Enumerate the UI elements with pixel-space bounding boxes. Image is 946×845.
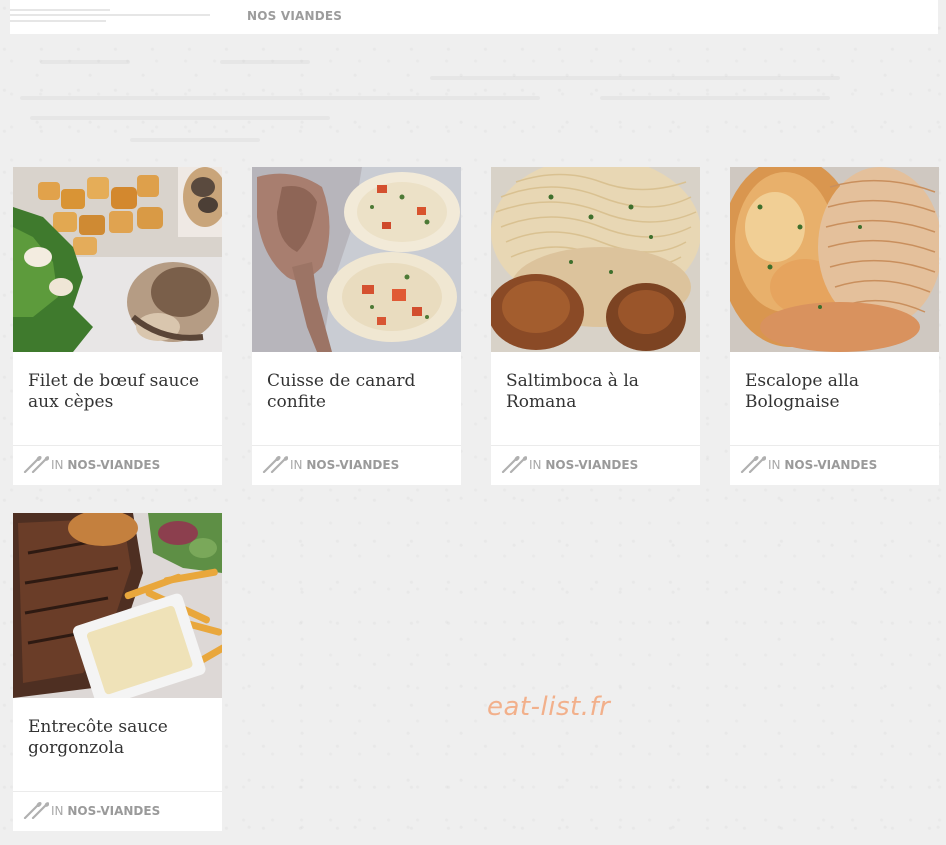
escalope-photo [730,167,939,352]
recipe-photo[interactable] [491,167,700,352]
category-link[interactable]: NOS-VIANDES [67,804,160,818]
category-link[interactable]: NOS-VIANDES [784,458,877,472]
recipe-photo[interactable] [730,167,939,352]
top-bar: NOS VIANDES [10,0,938,34]
recipe-card[interactable]: Saltimboca à la Romana IN NOS-VIANDES [491,167,700,485]
breadcrumb-category[interactable]: NOS VIANDES [247,9,342,23]
in-label: IN [51,458,64,472]
recipe-card[interactable]: Cuisse de canard confite IN NOS-VIANDES [252,167,461,485]
beef-potatoes-photo [13,167,222,352]
in-label: IN [768,458,781,472]
watermark: eat-list.fr [487,692,611,722]
category-meta: IN NOS-VIANDES [768,458,877,472]
blurred-header-area [0,50,946,150]
recipe-photo[interactable] [13,513,222,698]
category-meta: IN NOS-VIANDES [529,458,638,472]
recipe-photo[interactable] [13,167,222,352]
saltimbocca-photo [491,167,700,352]
recipe-card-footer: IN NOS-VIANDES [13,791,222,832]
recipe-title[interactable]: Filet de bœuf sauce aux cèpes [28,371,213,413]
recipe-title[interactable]: Entrecôte sauce gorgonzola [28,717,213,759]
recipe-card-footer: IN NOS-VIANDES [13,445,222,486]
recipe-photo[interactable] [252,167,461,352]
recipe-card-footer: IN NOS-VIANDES [491,445,700,486]
cutlery-icon [23,455,49,473]
recipe-title[interactable]: Cuisse de canard confite [267,371,452,413]
recipe-card-footer: IN NOS-VIANDES [252,445,461,486]
blurred-line [10,20,106,22]
recipe-title[interactable]: Saltimboca à la Romana [506,371,691,413]
blurred-line [10,9,110,11]
cutlery-icon [740,455,766,473]
recipe-card[interactable]: Entrecôte sauce gorgonzola IN NOS-VIANDE… [13,513,222,831]
recipe-card[interactable]: Escalope alla Bolognaise IN NOS-VIANDES [730,167,939,485]
cutlery-icon [23,801,49,819]
duck-leg-photo [252,167,461,352]
cutlery-icon [501,455,527,473]
category-link[interactable]: NOS-VIANDES [306,458,399,472]
steak-fries-photo [13,513,222,698]
in-label: IN [51,804,64,818]
category-link[interactable]: NOS-VIANDES [67,458,160,472]
category-meta: IN NOS-VIANDES [51,458,160,472]
category-meta: IN NOS-VIANDES [290,458,399,472]
recipe-card[interactable]: Filet de bœuf sauce aux cèpes IN NOS-VIA… [13,167,222,485]
category-meta: IN NOS-VIANDES [51,804,160,818]
in-label: IN [529,458,542,472]
recipe-title[interactable]: Escalope alla Bolognaise [745,371,930,413]
recipe-card-footer: IN NOS-VIANDES [730,445,939,486]
blurred-line [10,14,210,16]
category-link[interactable]: NOS-VIANDES [545,458,638,472]
in-label: IN [290,458,303,472]
cutlery-icon [262,455,288,473]
